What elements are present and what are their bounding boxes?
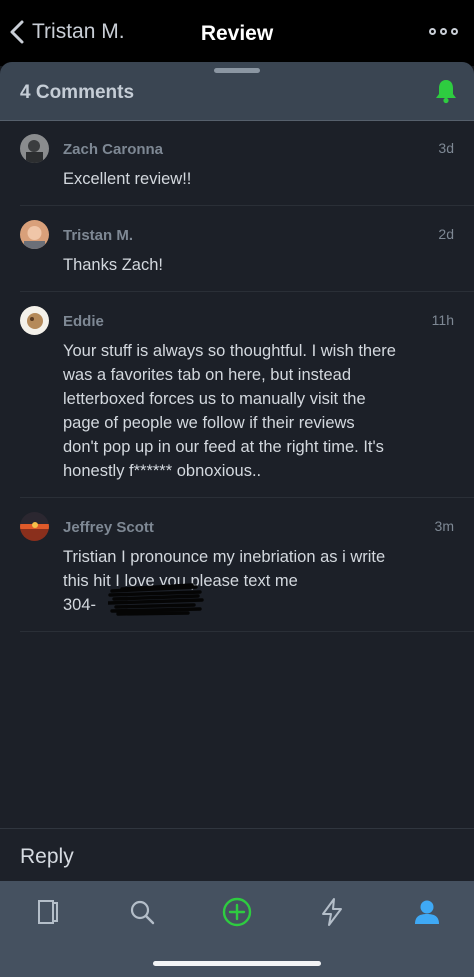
- comment-item: Jeffrey Scott 3m Tristian I pronounce my…: [20, 498, 474, 632]
- avatar[interactable]: [20, 220, 49, 249]
- comment-author[interactable]: Jeffrey Scott: [63, 512, 454, 538]
- reply-bar: Reply: [0, 828, 474, 882]
- reply-input[interactable]: Reply: [20, 845, 74, 869]
- add-icon[interactable]: [217, 895, 257, 929]
- comment-time: 3d: [438, 140, 454, 156]
- comment-item: Eddie 11h Your stuff is always so though…: [20, 292, 474, 498]
- avatar[interactable]: [20, 306, 49, 335]
- avatar[interactable]: [20, 134, 49, 163]
- comment-text: Thanks Zach!: [63, 256, 163, 274]
- sheet-header: 4 Comments: [0, 62, 474, 121]
- comment-time: 2d: [438, 226, 454, 242]
- page-title: Review: [200, 22, 274, 45]
- comment-count: 4 Comments: [20, 82, 135, 103]
- comment-list: Zach Caronna 3d Excellent review!! Trist…: [0, 120, 474, 632]
- comment-author[interactable]: Tristan M.: [63, 220, 454, 246]
- dot-icon: [440, 28, 447, 35]
- comment-item: Zach Caronna 3d Excellent review!!: [20, 120, 474, 206]
- top-nav-bar: Tristan M. Review: [0, 0, 474, 66]
- more-options-button[interactable]: [429, 28, 458, 35]
- comment-text: Your stuff is always so thoughtful. I wi…: [63, 342, 396, 480]
- dot-icon: [451, 28, 458, 35]
- activity-icon[interactable]: [312, 895, 352, 929]
- comment-item: Tristan M. 2d Thanks Zach!: [20, 206, 474, 292]
- sheet-grabber[interactable]: [214, 68, 260, 73]
- notification-bell-icon[interactable]: [434, 78, 458, 109]
- comment-text: Excellent review!!: [63, 170, 192, 188]
- avatar[interactable]: [20, 512, 49, 541]
- comment-author[interactable]: Zach Caronna: [63, 134, 454, 160]
- journal-icon[interactable]: [28, 895, 68, 929]
- search-icon[interactable]: [122, 895, 162, 929]
- redaction-scribble: [108, 583, 204, 616]
- profile-icon[interactable]: [407, 895, 447, 929]
- home-indicator: [153, 961, 321, 966]
- comments-sheet: 4 Comments Zach Caronna 3d Excellent rev…: [0, 62, 474, 881]
- comment-time: 11h: [431, 312, 454, 328]
- comment-time: 3m: [434, 518, 454, 534]
- comment-author[interactable]: Eddie: [63, 306, 454, 332]
- dot-icon: [429, 28, 436, 35]
